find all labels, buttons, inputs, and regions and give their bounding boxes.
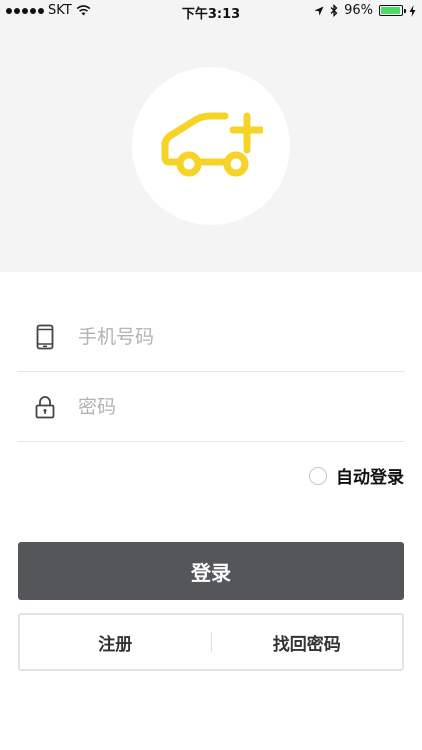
car-plus-icon (161, 112, 263, 177)
status-right: 96% (314, 3, 416, 18)
password-input[interactable] (78, 395, 358, 418)
bluetooth-icon (330, 4, 338, 17)
status-bar: SKT 下午3:13 96% (0, 0, 422, 22)
secondary-actions: 注册 找回密码 (18, 613, 404, 671)
auto-login-radio[interactable] (309, 466, 327, 485)
recover-password-button[interactable]: 找回密码 (212, 615, 403, 669)
location-arrow-icon (314, 6, 324, 15)
login-button[interactable]: 登录 (18, 542, 404, 600)
phone-input[interactable] (78, 325, 358, 348)
register-button[interactable]: 注册 (20, 615, 211, 669)
mobile-phone-icon (34, 324, 56, 350)
battery-level (381, 7, 401, 14)
auto-login-toggle[interactable]: 自动登录 (309, 463, 404, 488)
auto-login-label: 自动登录 (336, 468, 404, 488)
battery-percent: 96% (344, 3, 373, 18)
hero-banner (0, 22, 422, 272)
battery-icon (379, 5, 406, 16)
lock-icon (34, 394, 56, 420)
phone-field[interactable] (17, 302, 405, 372)
password-field[interactable] (17, 372, 405, 442)
charging-icon (409, 4, 416, 17)
logo-circle (132, 67, 290, 225)
